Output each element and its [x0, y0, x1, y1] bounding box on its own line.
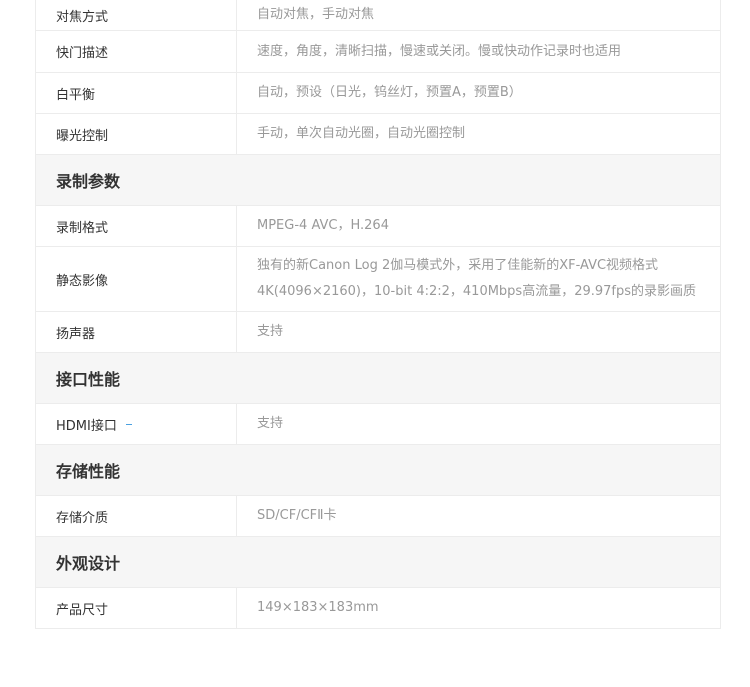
spec-label: 白平衡	[36, 73, 237, 113]
spec-value-text: 独有的新Canon Log 2伽马模式外，采用了佳能新的XF-AVC视频格式	[257, 258, 659, 273]
spec-label: 产品尺寸	[36, 588, 237, 628]
spec-value: 支持	[237, 312, 720, 352]
underline-mark	[125, 423, 132, 425]
section-header-appearance: 外观设计	[36, 537, 720, 588]
spec-value: 手动，单次自动光圈，自动光圈控制	[237, 114, 720, 154]
spec-value-text: 速度，角度，清晰扫描，慢速或关闭。慢或快动作记录时也适用	[257, 43, 622, 59]
spec-row-dimensions: 产品尺寸 149×183×183mm	[36, 588, 720, 629]
spec-row-focus-mode: 对焦方式 自动对焦，手动对焦	[36, 0, 720, 31]
spec-label: 扬声器	[36, 312, 237, 352]
spec-label-text: HDMI接口	[56, 418, 117, 434]
spec-row-storage-media: 存储介质 SD/CF/CFⅡ卡	[36, 496, 720, 537]
spec-value: 自动对焦，手动对焦	[237, 0, 720, 30]
spec-row-speaker: 扬声器 支持	[36, 312, 720, 353]
spec-value-text: MPEG-4 AVC，H.264	[257, 218, 389, 233]
spec-value-text: 支持	[257, 324, 284, 339]
spec-label: 静态影像	[36, 247, 237, 311]
spec-value-text: SD/CF/CFⅡ卡	[257, 508, 337, 523]
spec-value: 149×183×183mm	[237, 588, 720, 628]
section-header-storage: 存储性能	[36, 445, 720, 496]
spec-label: HDMI接口	[36, 404, 237, 444]
spec-value: 支持	[237, 404, 720, 444]
spec-value: SD/CF/CFⅡ卡	[237, 496, 720, 536]
spec-label: 曝光控制	[36, 114, 237, 154]
spec-value-text: 支持	[257, 416, 284, 431]
spec-value-text: 手动，单次自动光圈，自动光圈控制	[257, 126, 466, 141]
spec-value-text: 4K(4096×2160)，10-bit 4:2:2，410Mbps高流量，29…	[257, 284, 697, 299]
spec-value: 自动，预设（日光，钨丝灯，预置A，预置B）	[237, 73, 720, 113]
section-header-interface: 接口性能	[36, 353, 720, 404]
section-header-recording: 录制参数	[36, 155, 720, 206]
spec-row-exposure: 曝光控制 手动，单次自动光圈，自动光圈控制	[36, 114, 720, 155]
spec-label: 对焦方式	[36, 0, 237, 30]
spec-label: 快门描述	[36, 31, 237, 72]
spec-row-still-image: 静态影像 独有的新Canon Log 2伽马模式外，采用了佳能新的XF-AVC视…	[36, 247, 720, 312]
spec-row-hdmi: HDMI接口 支持	[36, 404, 720, 445]
spec-label: 录制格式	[36, 206, 237, 246]
spec-row-shutter: 快门描述 速度，角度，清晰扫描，慢速或关闭。慢或快动作记录时也适用	[36, 31, 720, 73]
spec-value: MPEG-4 AVC，H.264	[237, 206, 720, 246]
spec-row-record-format: 录制格式 MPEG-4 AVC，H.264	[36, 206, 720, 247]
spec-value: 独有的新Canon Log 2伽马模式外，采用了佳能新的XF-AVC视频格式 4…	[237, 247, 720, 311]
spec-value-text: 自动对焦，手动对焦	[257, 7, 375, 22]
spec-table: 对焦方式 自动对焦，手动对焦 快门描述 速度，角度，清晰扫描，慢速或关闭。慢或快…	[35, 0, 721, 629]
spec-value: 速度，角度，清晰扫描，慢速或关闭。慢或快动作记录时也适用	[237, 31, 720, 72]
spec-value-text: 149×183×183mm	[257, 600, 379, 615]
spec-value-text: 自动，预设（日光，钨丝灯，预置A，预置B）	[257, 85, 522, 100]
spec-row-white-balance: 白平衡 自动，预设（日光，钨丝灯，预置A，预置B）	[36, 73, 720, 114]
spec-label: 存储介质	[36, 496, 237, 536]
